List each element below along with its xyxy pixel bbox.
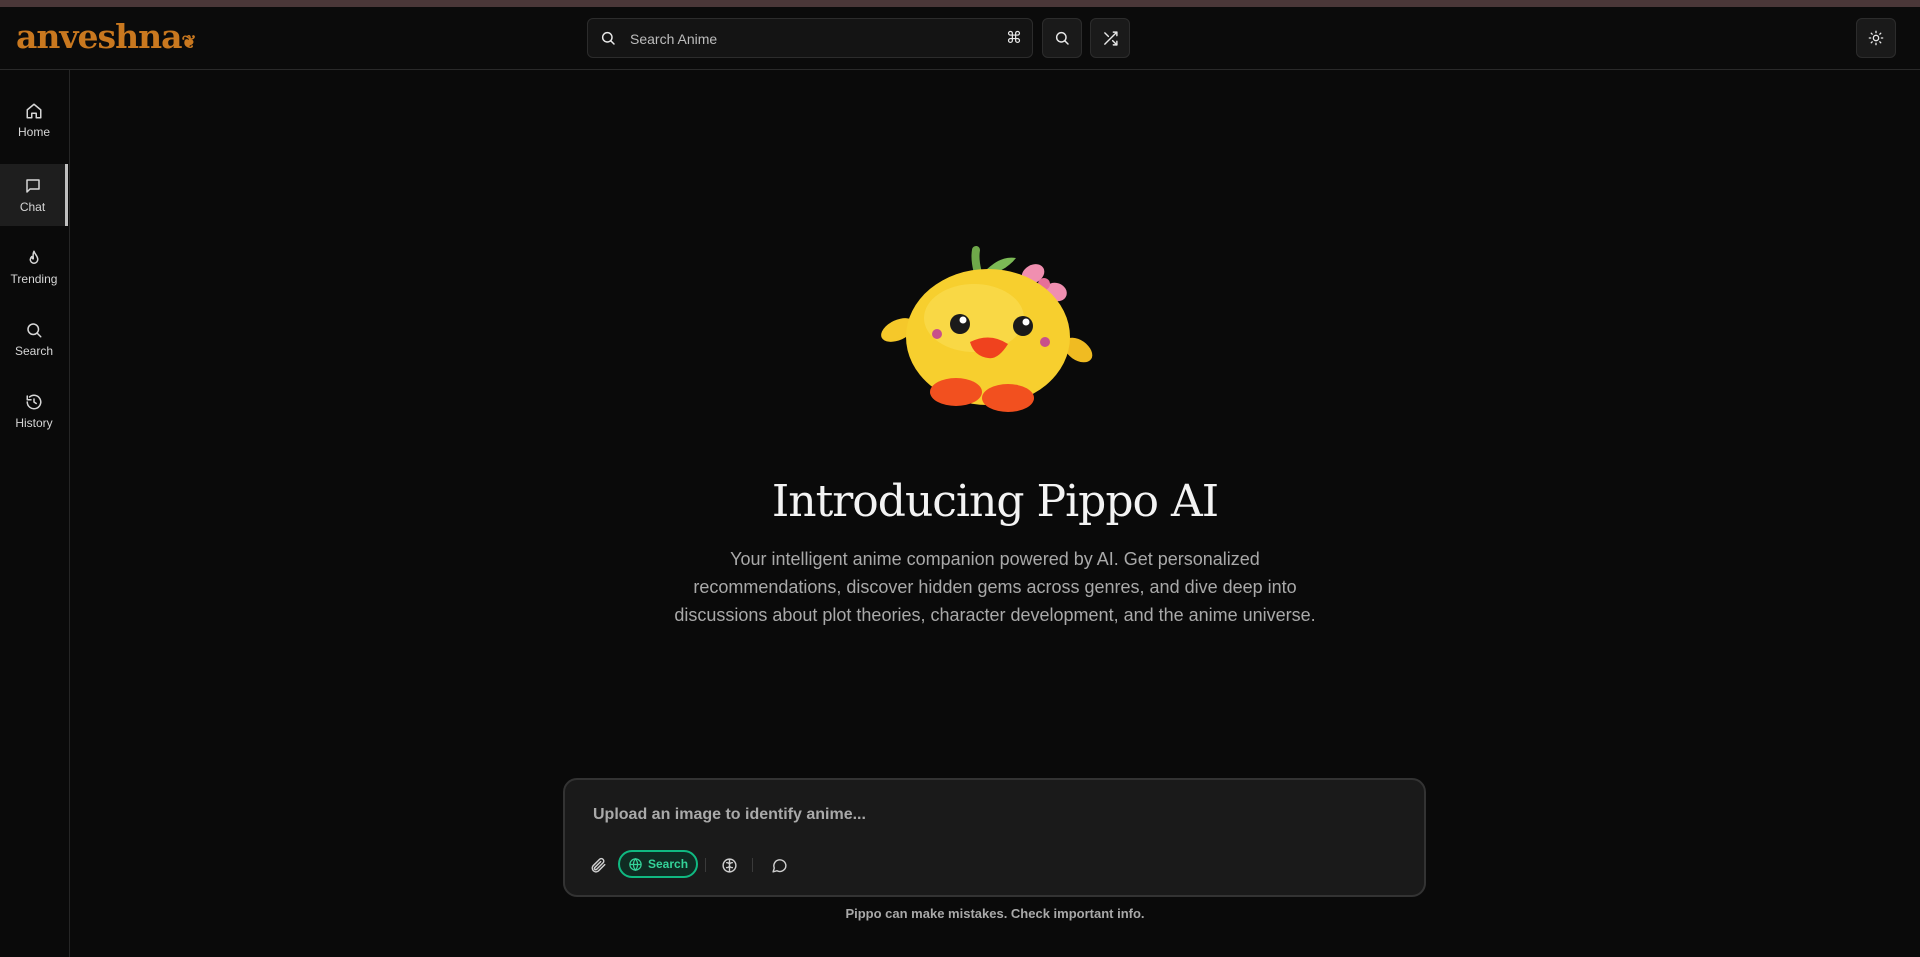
brain-icon (721, 857, 737, 873)
sidebar-item-home[interactable]: Home (0, 89, 68, 151)
header-search-box: ⌘ (587, 18, 1033, 59)
chat-mode-button[interactable] (768, 854, 790, 876)
random-anime-button[interactable] (1090, 18, 1130, 58)
sidebar-item-label: Home (17, 124, 50, 139)
history-icon (26, 394, 42, 409)
message-circle-icon (771, 858, 787, 873)
sidebar-item-history[interactable]: History (0, 380, 68, 442)
app-logo[interactable]: anveshna❦ (16, 17, 197, 56)
web-search-toggle[interactable]: Search (618, 850, 699, 878)
reasoning-mode-button[interactable] (718, 854, 740, 876)
theme-toggle-button[interactable] (1856, 18, 1896, 58)
sidebar-item-label: Chat (19, 199, 46, 214)
chat-icon (25, 178, 40, 193)
leaf-icon: ❦ (181, 32, 197, 53)
disclaimer-text: Pippo can make mistakes. Check important… (845, 906, 1145, 921)
globe-icon (629, 857, 642, 871)
top-header: anveshna❦ ⌘ (0, 7, 1920, 70)
shuffle-icon (1103, 30, 1118, 46)
search-icon (600, 30, 616, 51)
page-title: Introducing Pippo AI (771, 476, 1219, 527)
sun-icon (1868, 30, 1884, 46)
command-shortcut-icon: ⌘ (1006, 28, 1022, 47)
pippo-mascot-image (881, 246, 1093, 412)
paperclip-icon (591, 857, 606, 873)
chat-input[interactable] (591, 804, 1395, 836)
sidebar-item-label: Trending (10, 271, 58, 286)
sidebar-item-search[interactable]: Search (0, 308, 68, 370)
search-button[interactable] (1042, 18, 1082, 58)
home-icon (26, 103, 42, 118)
chat-composer: Search (563, 778, 1426, 897)
top-accent-stripe (0, 0, 1920, 7)
search-input[interactable] (628, 19, 972, 59)
web-search-toggle-label: Search (648, 857, 689, 871)
toolbar-divider (752, 858, 753, 872)
sidebar-item-label: Search (14, 343, 54, 358)
search-icon (27, 322, 42, 337)
flame-icon (29, 250, 39, 264)
search-icon (1055, 31, 1069, 45)
sidebar-item-label: History (15, 415, 53, 430)
sidebar-item-chat[interactable]: Chat (0, 164, 68, 226)
attach-button[interactable] (587, 854, 609, 876)
page-description: Your intelligent anime companion powered… (674, 549, 1316, 625)
sidebar-item-trending[interactable]: Trending (0, 236, 68, 298)
toolbar-divider (705, 858, 706, 872)
